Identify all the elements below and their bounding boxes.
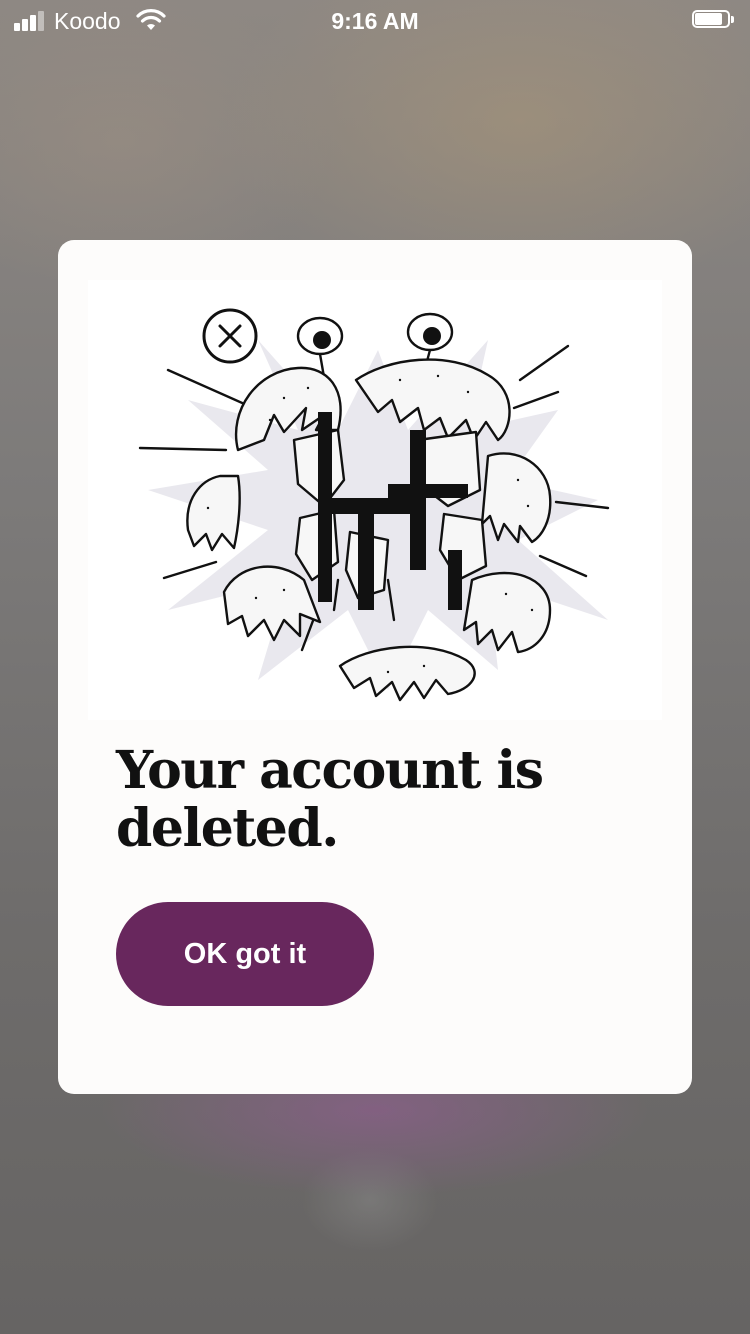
ok-got-it-button[interactable]: OK got it: [116, 902, 374, 1006]
account-deleted-modal: Your account is deleted. OK got it: [58, 240, 692, 1094]
battery-icon: [692, 10, 736, 30]
status-bar: Koodo 9:16 AM: [0, 0, 750, 40]
close-icon: [202, 308, 258, 364]
modal-title: Your account is deleted.: [116, 740, 544, 859]
status-time: 9:16 AM: [331, 8, 419, 34]
eye-right-icon: [406, 312, 454, 352]
eye-left-icon: [296, 316, 344, 356]
exploding-monster-illustration: [88, 280, 662, 720]
